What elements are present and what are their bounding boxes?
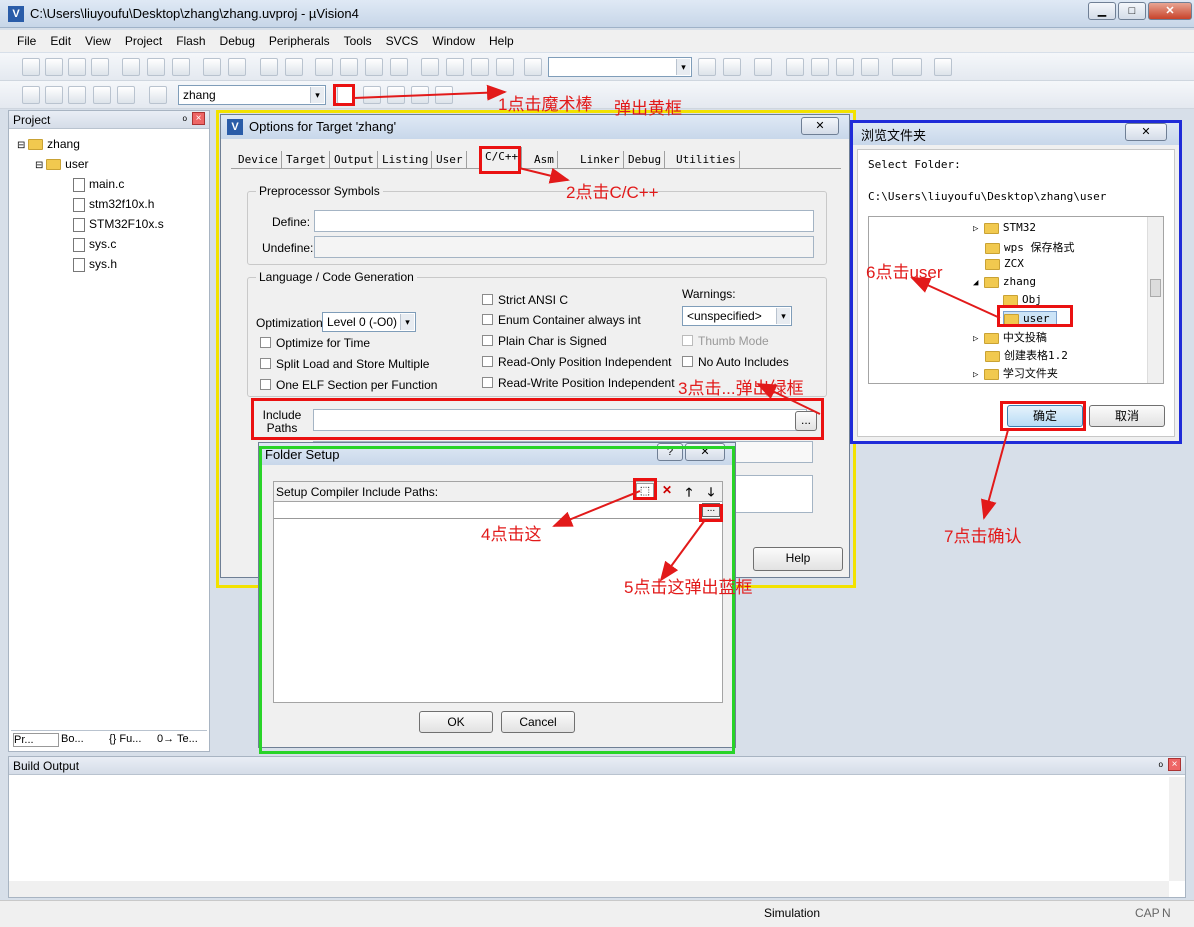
arrow-7 [981,429,1009,520]
arrow-4 [552,490,641,527]
annotation-step-6: 6点击user [866,263,943,282]
arrow-2 [518,167,570,184]
annotation-step-4: 4点击这 [481,525,542,544]
annotation-step-5: 5点击这弹出蓝框 [624,578,753,597]
annotation-yellow: 弹出黄框 [614,99,682,118]
annotation-step-3: 3点击...弹出绿框 [678,379,804,398]
arrow-1 [353,84,507,101]
arrow-5 [659,519,706,582]
arrow-6 [910,277,1001,319]
annotation-step-1: 1点击魔术棒 [498,95,593,114]
annotation-step-7: 7点击确认 [944,527,1022,546]
annotation-step-2: 2点击C/C++ [566,183,659,202]
annotation-arrows [353,84,1009,582]
